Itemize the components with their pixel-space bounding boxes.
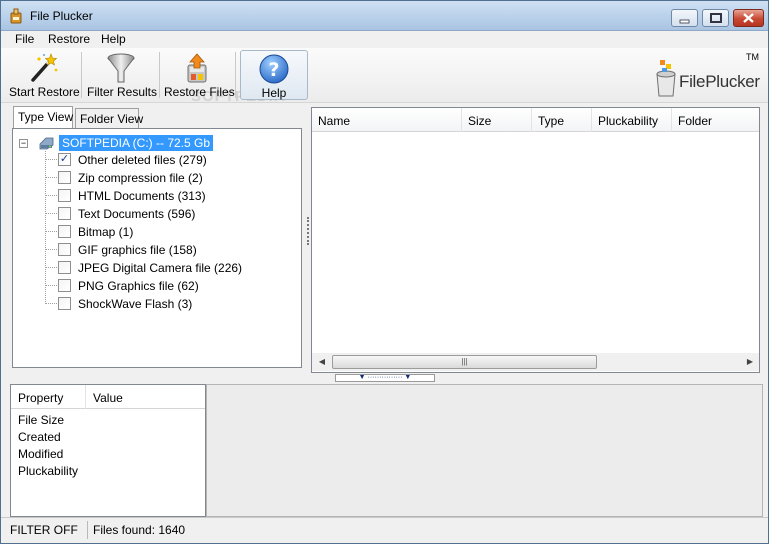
properties-header: Property Value bbox=[11, 385, 205, 409]
column-header-name[interactable]: Name bbox=[312, 108, 462, 132]
toolbar: SOFTPEDIA Start Restore Filter Results R… bbox=[1, 48, 768, 105]
filter-status: FILTER OFF bbox=[10, 523, 78, 537]
minimize-icon bbox=[679, 19, 690, 24]
splitter-grip bbox=[307, 217, 309, 245]
files-found-count: Files found: 1640 bbox=[93, 523, 186, 537]
title-bar: File Plucker bbox=[1, 1, 768, 31]
filter-results-label: Filter Results bbox=[87, 85, 158, 99]
tree-item-label: ShockWave Flash (3) bbox=[78, 297, 193, 311]
item-checkbox[interactable] bbox=[58, 279, 71, 292]
panel-collapse-handle[interactable]: ▼ ··············· ▼ bbox=[335, 374, 435, 382]
bucket-logo-icon bbox=[656, 60, 676, 97]
tree-root-label: SOFTPEDIA (C:) -- 72.5 Gb bbox=[59, 135, 214, 151]
item-checkbox[interactable] bbox=[58, 225, 71, 238]
tab-folder-view[interactable]: Folder View bbox=[75, 108, 143, 128]
file-list-panel: Name Size Type Pluckability Folder ◀ |||… bbox=[311, 107, 760, 373]
item-checkbox[interactable]: ✓ bbox=[58, 153, 71, 166]
tree-item-label: Other deleted files (279) bbox=[78, 153, 207, 167]
help-question-icon: ? bbox=[259, 54, 289, 84]
filter-results-button[interactable]: Filter Results bbox=[87, 50, 158, 100]
hard-drive-icon bbox=[39, 137, 54, 150]
tree-item-label: Zip compression file (2) bbox=[78, 171, 203, 185]
tree-guide-line bbox=[45, 303, 57, 304]
tree-guide-line bbox=[45, 231, 57, 232]
item-checkbox[interactable] bbox=[58, 297, 71, 310]
tree-item-label: GIF graphics file (158) bbox=[78, 243, 197, 257]
property-pluckability: Pluckability bbox=[18, 464, 79, 478]
type-tree-panel: − SOFTPEDIA (C:) -- 72.5 Gb ✓ Other delet… bbox=[12, 128, 302, 368]
funnel-icon bbox=[107, 53, 135, 83]
close-button[interactable] bbox=[733, 9, 764, 27]
column-header-folder[interactable]: Folder bbox=[672, 108, 759, 132]
menu-bar: File Restore Help bbox=[1, 31, 768, 48]
trademark-mark: TM bbox=[746, 52, 759, 62]
restore-files-icon bbox=[187, 53, 207, 83]
column-header-value[interactable]: Value bbox=[86, 385, 205, 409]
magic-wand-icon bbox=[31, 53, 58, 82]
tree-guide-line bbox=[45, 267, 57, 268]
tree-guide-line bbox=[45, 285, 57, 286]
column-header-property[interactable]: Property bbox=[11, 385, 86, 409]
maximize-button[interactable] bbox=[702, 9, 729, 27]
menu-restore[interactable]: Restore bbox=[48, 32, 90, 46]
item-checkbox[interactable] bbox=[58, 189, 71, 202]
property-modified: Modified bbox=[18, 447, 64, 461]
item-checkbox[interactable] bbox=[58, 171, 71, 184]
tab-type-view-label: Type View bbox=[18, 110, 74, 124]
tree-item-label: HTML Documents (313) bbox=[78, 189, 206, 203]
tree-item-label: Text Documents (596) bbox=[78, 207, 196, 221]
brand-name: FilePlucker bbox=[679, 72, 760, 91]
file-list-header: Name Size Type Pluckability Folder bbox=[312, 108, 759, 132]
tree-guide-line bbox=[45, 151, 46, 304]
tree-guide-line bbox=[45, 195, 57, 196]
item-checkbox[interactable] bbox=[58, 207, 71, 220]
tree-item-label: PNG Graphics file (62) bbox=[78, 279, 199, 293]
horizontal-splitter[interactable]: ▼ ··············· ▼ bbox=[1, 373, 768, 384]
minimize-button[interactable] bbox=[671, 9, 698, 27]
tab-folder-view-label: Folder View bbox=[80, 112, 144, 126]
scroll-left-icon[interactable]: ◀ bbox=[314, 356, 330, 368]
tree-guide-line bbox=[45, 159, 57, 160]
item-checkbox[interactable] bbox=[58, 261, 71, 274]
restore-files-button[interactable]: Restore Files bbox=[164, 50, 235, 100]
properties-panel: Property Value File Size Created Modifie… bbox=[10, 384, 206, 517]
item-checkbox[interactable] bbox=[58, 243, 71, 256]
main-window: File Plucker File Restore Help SOFTPEDIA bbox=[0, 0, 769, 544]
tree-item-label: JPEG Digital Camera file (226) bbox=[78, 261, 243, 275]
tree-item-label: Bitmap (1) bbox=[78, 225, 134, 239]
toolbar-separator bbox=[81, 52, 82, 98]
property-created: Created bbox=[18, 430, 61, 444]
detail-panel bbox=[206, 384, 763, 517]
column-header-pluckability[interactable]: Pluckability bbox=[592, 108, 672, 132]
start-restore-label: Start Restore bbox=[9, 85, 80, 99]
restore-files-label: Restore Files bbox=[164, 85, 235, 99]
toolbar-separator bbox=[159, 52, 160, 98]
menu-file[interactable]: File bbox=[15, 32, 34, 46]
column-header-size[interactable]: Size bbox=[462, 108, 532, 132]
tab-type-view[interactable]: Type View bbox=[13, 106, 73, 128]
menu-help[interactable]: Help bbox=[101, 32, 126, 46]
toolbar-separator bbox=[235, 52, 236, 98]
tree-collapse-icon[interactable]: − bbox=[19, 139, 28, 148]
maximize-icon bbox=[710, 13, 722, 23]
start-restore-button[interactable]: Start Restore bbox=[9, 50, 80, 100]
status-separator bbox=[87, 521, 88, 539]
tree-guide-line bbox=[45, 249, 57, 250]
scroll-right-icon[interactable]: ▶ bbox=[742, 356, 758, 368]
status-bar: FILTER OFF Files found: 1640 bbox=[1, 517, 768, 543]
column-header-type[interactable]: Type bbox=[532, 108, 592, 132]
tree-guide-line bbox=[45, 177, 57, 178]
help-button[interactable]: ? Help bbox=[240, 50, 308, 100]
property-file-size: File Size bbox=[18, 413, 65, 427]
app-icon bbox=[10, 8, 22, 24]
window-title: File Plucker bbox=[30, 9, 93, 23]
tree-guide-line bbox=[45, 213, 57, 214]
svg-text:?: ? bbox=[268, 59, 279, 81]
brand-logo: FilePlucker TM bbox=[651, 52, 761, 98]
scroll-thumb[interactable]: ||| bbox=[332, 355, 597, 369]
help-label: Help bbox=[261, 86, 287, 100]
horizontal-scrollbar[interactable]: ◀ ||| ▶ bbox=[312, 353, 759, 371]
close-icon bbox=[743, 13, 754, 23]
